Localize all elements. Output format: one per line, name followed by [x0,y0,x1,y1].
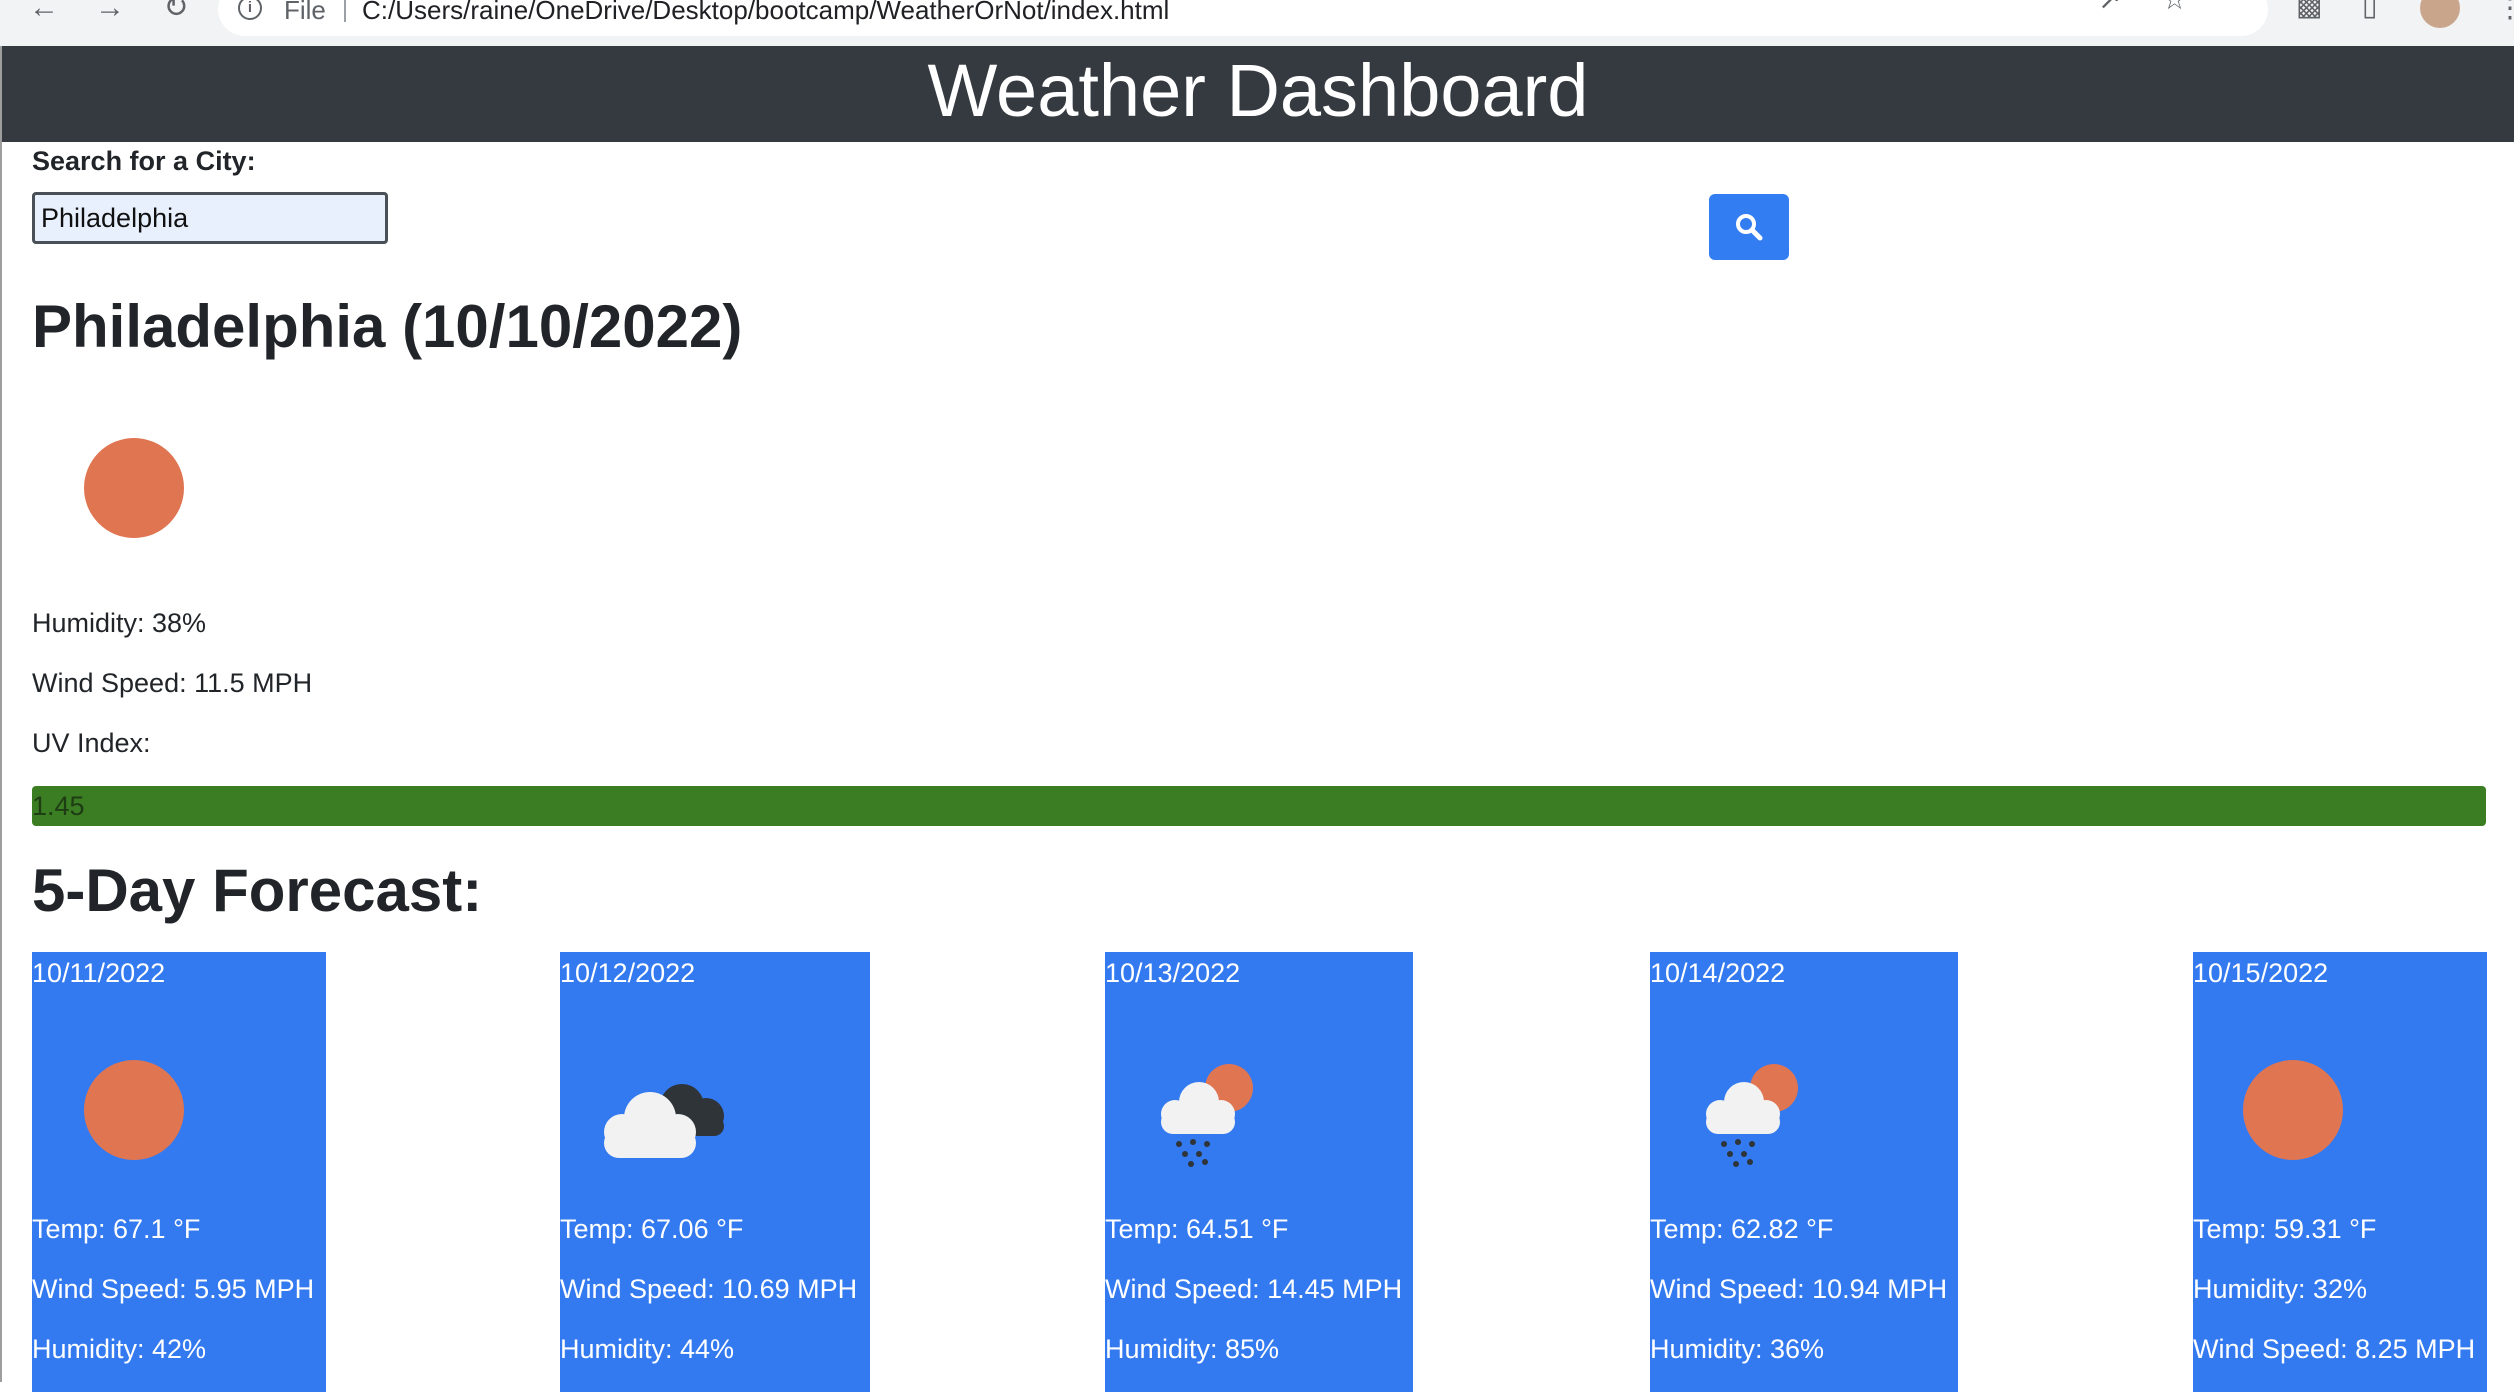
forecast-card: 10/14/2022 Temp: 62.82 °F Wind Speed: 10… [1650,952,1958,1392]
forecast-date: 10/11/2022 [32,958,166,988]
forecast-humidity: Humidity: 36% [1650,1334,1825,1364]
page: Weather Dashboard Search for a City: Phi… [0,46,2514,1392]
page-title: Weather Dashboard [927,49,1589,132]
forecast-title: 5-Day Forecast: [32,857,483,924]
forecast-temp: Temp: 59.31 °F [2193,1214,2377,1244]
forecast-card: 10/15/2022 Temp: 59.31 °F Humidity: 32% … [2193,952,2487,1392]
forecast-temp: Temp: 67.1 °F [32,1214,201,1244]
forecast-date: 10/12/2022 [560,958,696,988]
rain-sun-icon [1706,1064,1798,1167]
forecast-wind-speed: Wind Speed: 8.25 MPH [2193,1334,2476,1364]
extensions-icon[interactable]: ▩ [2296,0,2322,20]
cloudy-icon [604,1084,724,1158]
uv-index-bar: 1.45 [32,786,2486,826]
search-icon [1736,214,1763,241]
forecast-temp: Temp: 64.51 °F [1105,1214,1289,1244]
forecast-card: 10/11/2022 Temp: 67.1 °F Wind Speed: 5.9… [32,952,326,1392]
profile-avatar[interactable] [2420,0,2460,28]
browser-toolbar: ← → ↻ i File C:/Users/raine/OneDrive/Des… [0,0,2514,46]
forecast-humidity: Humidity: 42% [32,1334,207,1364]
search-button[interactable] [1709,194,1789,260]
forecast-humidity: Humidity: 85% [1105,1334,1280,1364]
reload-icon[interactable]: ↻ [156,0,196,30]
share-icon[interactable]: ↗ [2098,0,2121,14]
forecast-card: 10/13/2022 Temp: 64.51 °F Wind Speed: 14… [1105,952,1413,1392]
city-search-input[interactable] [32,192,388,244]
menu-icon[interactable]: ⋮ [2496,0,2514,22]
address-bar[interactable]: i File C:/Users/raine/OneDrive/Desktop/b… [218,0,2268,36]
url-text[interactable]: C:/Users/raine/OneDrive/Desktop/bootcamp… [362,0,1169,32]
forecast-date: 10/13/2022 [1105,958,1241,988]
forecast-humidity: Humidity: 32% [2193,1274,2368,1304]
forecast-date: 10/15/2022 [2193,958,2329,988]
current-wind-speed: Wind Speed: 11.5 MPH [32,668,313,698]
rain-sun-icon [1161,1064,1253,1167]
info-icon[interactable]: i [238,0,262,20]
bookmark-star-icon[interactable]: ☆ [2162,0,2187,14]
sun-icon [84,438,184,538]
forecast-temp: Temp: 67.06 °F [560,1214,744,1244]
page-header: Weather Dashboard [2,46,2514,142]
forecast-date: 10/14/2022 [1650,958,1786,988]
uv-index-value: 1.45 [32,791,85,821]
forecast-card: 10/12/2022 Temp: 67.06 °F Wind Speed: 10… [560,952,870,1392]
back-icon[interactable]: ← [24,0,64,30]
forecast-wind-speed: Wind Speed: 10.69 MPH [560,1274,858,1304]
forecast-wind-speed: Wind Speed: 10.94 MPH [1650,1274,1948,1304]
search-label: Search for a City: [32,146,256,176]
current-city-title: Philadelphia (10/10/2022) [32,293,743,360]
forecast-temp: Temp: 62.82 °F [1650,1214,1834,1244]
sun-icon [84,1060,184,1160]
forecast-wind-speed: Wind Speed: 14.45 MPH [1105,1274,1403,1304]
current-humidity: Humidity: 38% [32,608,207,638]
address-separator [344,0,346,22]
forward-icon[interactable]: → [90,0,130,30]
uv-index-label: UV Index: [32,728,151,758]
forecast-humidity: Humidity: 44% [560,1334,735,1364]
side-panel-icon[interactable]: ▯ [2362,0,2377,20]
forecast-wind-speed: Wind Speed: 5.95 MPH [32,1274,315,1304]
file-label: File [284,0,326,25]
sun-icon [2243,1060,2343,1160]
